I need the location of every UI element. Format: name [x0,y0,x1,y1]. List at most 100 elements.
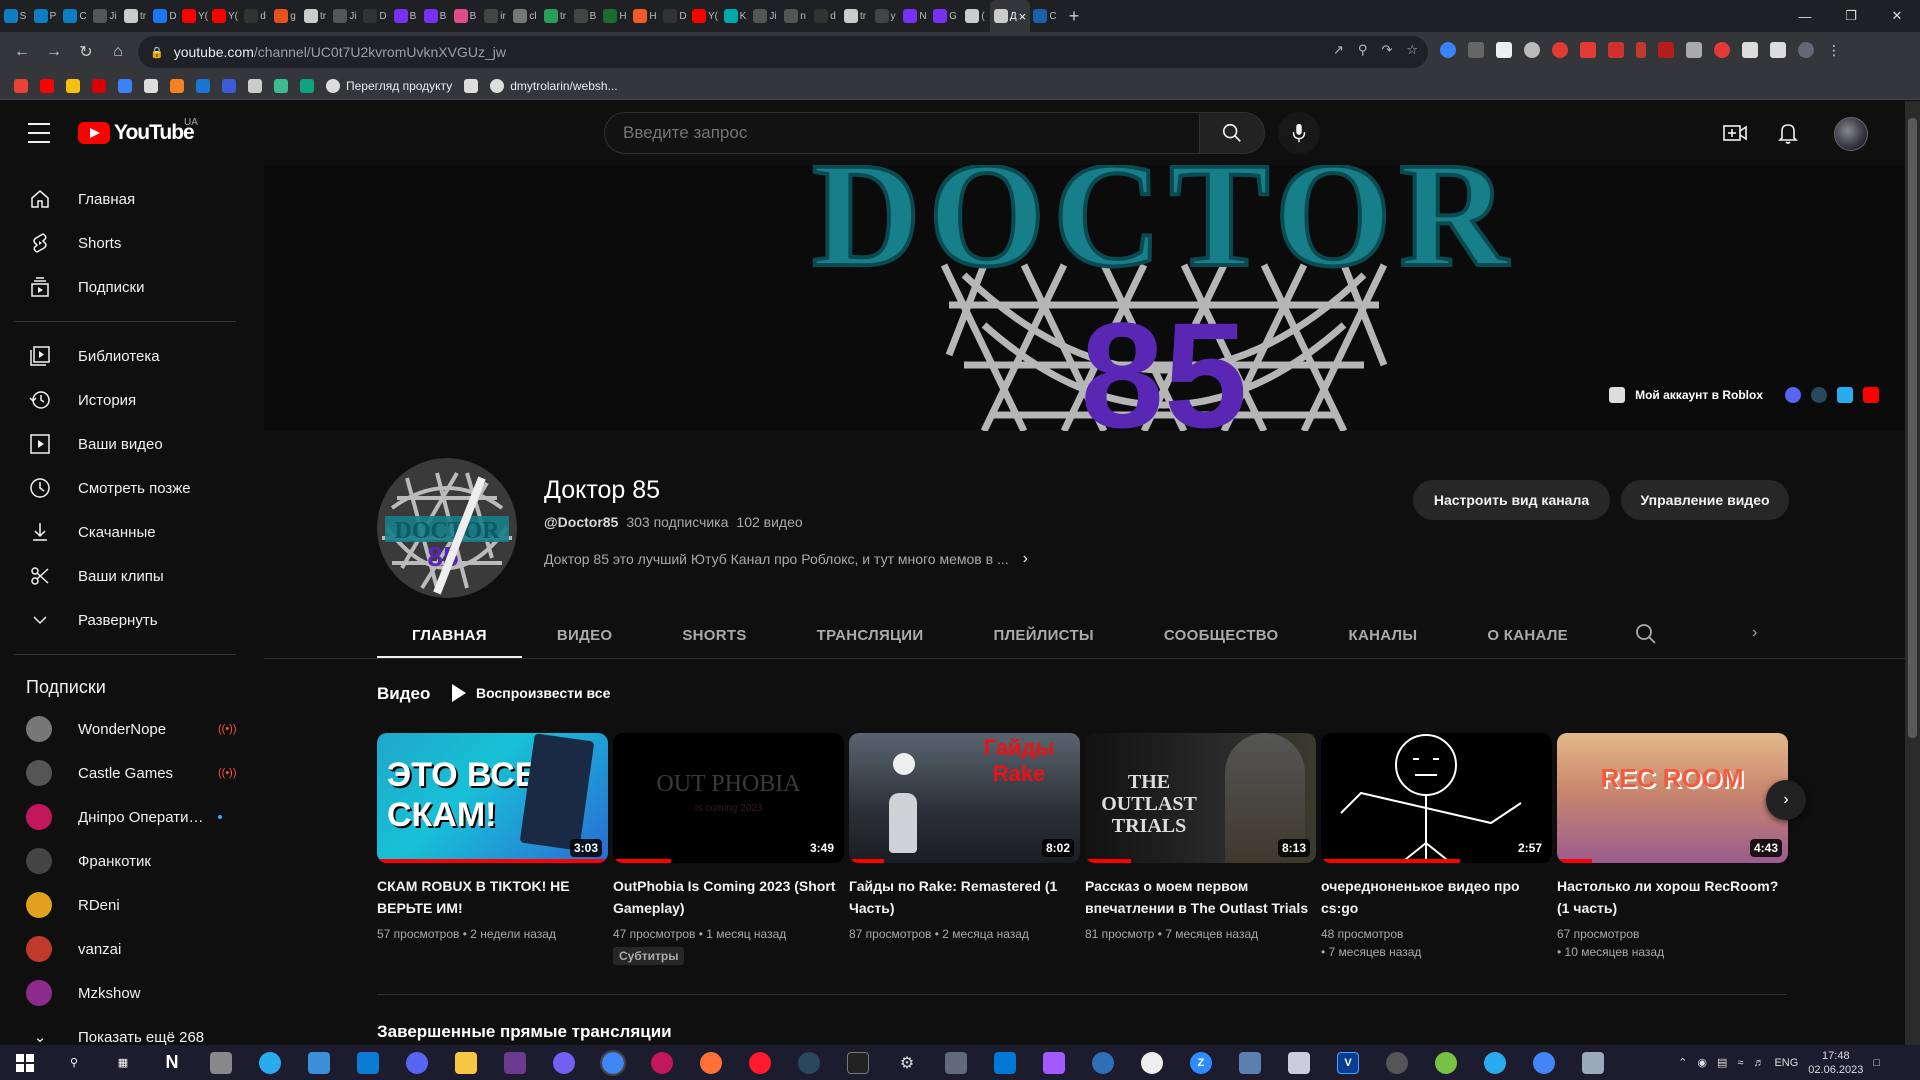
roblox-link[interactable]: Мой аккаунт в Roblox [1635,388,1763,402]
discord-icon[interactable] [1785,387,1801,403]
bookmark-item[interactable]: Перегляд продукту [326,78,452,93]
bookmark-item[interactable] [248,78,262,93]
bookmark-item[interactable] [300,78,314,93]
qbittorrent-icon[interactable] [1092,1051,1114,1074]
home-button[interactable]: ⌂ [102,36,134,68]
browser-tab[interactable]: d [240,0,270,32]
obs-icon[interactable] [1386,1051,1408,1074]
account-avatar[interactable] [1834,117,1868,151]
channel-tab[interactable]: СООБЩЕСТВО [1129,611,1314,659]
sidebar-item[interactable]: Библиотека [0,334,250,378]
browser-tab[interactable]: d [810,0,840,32]
browser-tab[interactable]: S [0,0,30,32]
app-icon[interactable] [945,1051,967,1074]
address-bar[interactable]: 🔒 youtube.com/channel/UC0t7U2kvromUvknXV… [138,36,1428,68]
chrome-icon[interactable] [1533,1051,1555,1074]
sidebar-item[interactable]: Подписки [0,265,250,309]
open-in-app-icon[interactable]: ↗ [1333,42,1344,58]
side-panel-icon[interactable] [1770,42,1786,58]
video-title[interactable]: Гайды по Rake: Remastered (1 Часть) [849,875,1080,919]
browser-tab[interactable]: K [720,0,750,32]
extension-icon[interactable] [1658,42,1674,58]
extension-icon[interactable] [1714,42,1730,58]
steam-app-icon[interactable] [798,1051,820,1074]
video-card[interactable]: THE OUTLAST TRIALS 8:13 Рассказ о моем пер… [1085,733,1316,943]
extension-icon[interactable] [1636,42,1646,58]
notifications-button[interactable] [1776,121,1800,145]
browser-tab[interactable]: cl [510,0,540,32]
taskbar-search-icon[interactable]: ⚲ [63,1052,85,1074]
bookmark-item[interactable] [170,78,184,93]
share-icon[interactable]: ↷ [1381,42,1392,58]
bookmark-item[interactable] [14,78,28,93]
app-icon[interactable] [210,1051,232,1074]
profile-icon[interactable] [1798,42,1814,58]
sidebar-item[interactable]: Ваши видео [0,422,250,466]
subscription-item[interactable]: RDeni [0,883,250,927]
extension-icon[interactable] [1686,42,1702,58]
browser-tab[interactable]: Y( [210,0,240,32]
tray-expand-icon[interactable]: ⌃ [1678,1056,1687,1069]
extension-icon[interactable] [1524,42,1540,58]
browser-tab[interactable]: D [360,0,390,32]
search-input[interactable] [623,123,1199,143]
video-thumbnail[interactable]: ЭТО ВСЕ СКАМ! 3:03 [377,733,608,863]
minimize-button[interactable]: — [1782,0,1828,32]
discord-app-icon[interactable] [406,1051,428,1074]
firefox-icon[interactable] [700,1051,722,1074]
sidebar-item[interactable]: Смотреть позже [0,466,250,510]
bookmark-item[interactable] [196,78,210,93]
channel-tab[interactable]: ВИДЕО [522,611,647,659]
extension-icon[interactable] [1608,42,1624,58]
extension-icon[interactable] [1440,42,1456,58]
channel-tab[interactable]: КАНАЛЫ [1314,611,1453,659]
subscription-item[interactable]: WonderNope ((•)) [0,707,250,751]
voice-search-button[interactable] [1278,112,1320,154]
browser-tab[interactable]: tr [120,0,150,32]
sidebar-item[interactable]: Shorts [0,221,250,265]
sidebar-item[interactable]: Скачанные [0,510,250,554]
bookmark-item[interactable] [118,78,132,93]
chrome-icon[interactable] [600,1049,626,1076]
back-button[interactable]: ← [6,36,38,68]
restore-button[interactable]: ❐ [1828,0,1874,32]
search-button[interactable] [1199,112,1265,154]
browser-tab[interactable]: C [1030,0,1060,32]
figma-icon[interactable] [1043,1051,1065,1074]
extension-icon[interactable] [1468,42,1484,58]
channel-search-button[interactable] [1634,622,1658,646]
browser-tab[interactable]: B [390,0,420,32]
viber-icon[interactable] [553,1051,575,1074]
bookmark-item[interactable] [464,78,479,93]
browser-tab[interactable]: tr [840,0,870,32]
zoom-app-icon[interactable]: Z [1190,1051,1212,1074]
volume-icon[interactable]: ♬ [1753,1057,1764,1069]
reload-button[interactable]: ↻ [70,36,102,68]
browser-tab[interactable]: G [930,0,960,32]
file-explorer-icon[interactable] [455,1051,477,1074]
browser-tab[interactable]: y [870,0,900,32]
video-card[interactable]: 2:57 очередноненькое видео про cs:go 48 пр… [1321,733,1552,961]
browser-tab[interactable]: H [600,0,630,32]
video-title[interactable]: OutPhobia Is Coming 2023 (Short Gameplay… [613,875,844,919]
video-title[interactable]: очередноненькое видео про cs:go [1321,875,1552,919]
browser-tab[interactable]: Y( [690,0,720,32]
tabs-next-arrow[interactable]: › [1752,624,1757,642]
terminal-icon[interactable] [847,1051,869,1074]
bookmark-star-icon[interactable]: ☆ [1406,42,1418,58]
steam-tray-icon[interactable]: ◉ [1697,1056,1707,1069]
network-icon[interactable]: ▤ [1717,1056,1727,1069]
notepad-icon[interactable] [1288,1051,1310,1074]
language-indicator[interactable]: ENG [1774,1057,1798,1069]
customize-channel-button[interactable]: Настроить вид канала [1413,480,1610,520]
bookmark-item[interactable] [92,78,106,93]
bookmark-item[interactable] [274,78,288,93]
browser-tab[interactable]: N [900,0,930,32]
notifications-tray-icon[interactable]: □ [1873,1057,1880,1069]
channel-tab[interactable]: ТРАНСЛЯЦИИ [782,611,959,659]
telegram-app-icon[interactable] [1484,1051,1506,1074]
new-tab-button[interactable]: + [1060,0,1088,32]
browser-tab[interactable]: Д × [990,0,1030,32]
bookmark-item[interactable] [222,78,236,93]
wifi-icon[interactable]: ≈ [1737,1057,1743,1069]
